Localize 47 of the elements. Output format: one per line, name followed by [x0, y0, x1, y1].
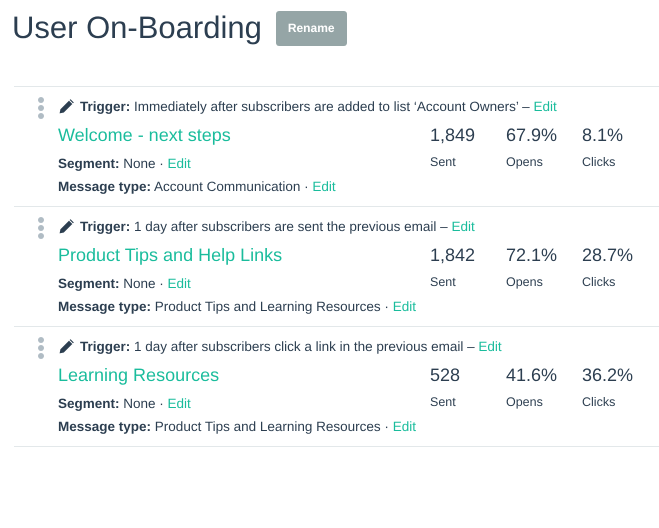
rename-button[interactable]: Rename	[276, 10, 347, 46]
edit-link[interactable]: Edit	[168, 156, 191, 171]
drag-handle-icon[interactable]	[38, 217, 46, 239]
stat-label: Clicks	[582, 155, 616, 169]
stat-value: 36.2%	[582, 364, 634, 387]
stat-label: Sent	[430, 275, 457, 289]
trigger-text: Trigger: Immediately after subscribers are added to list ‘Account Owners’ – Edit	[80, 98, 557, 114]
edit-link[interactable]: Edit	[392, 419, 416, 434]
stat-value: 528	[430, 364, 462, 387]
message-type-text: Message type: Product Tips and Learning Resources · Edit	[58, 298, 417, 316]
edit-link[interactable]: Edit	[168, 396, 191, 411]
email-title-link[interactable]: Product Tips and Help Links	[58, 244, 430, 266]
stat-value: 8.1%	[582, 124, 624, 147]
drag-handle-icon[interactable]	[38, 97, 46, 119]
stat-value: 72.1%	[506, 244, 558, 267]
message-type-text: Message type: Product Tips and Learning Resources · Edit	[58, 418, 417, 436]
email-title-link[interactable]: Learning Resources	[58, 364, 430, 386]
stat-value: 41.6%	[506, 364, 558, 387]
stat-value: 28.7%	[582, 244, 634, 267]
message-type-text: Message type: Account Communication · Edit	[58, 178, 337, 196]
stat-label: Sent	[430, 395, 457, 409]
stat-value: 67.9%	[506, 124, 558, 147]
edit-link[interactable]: Edit	[392, 299, 416, 314]
edit-link[interactable]: Edit	[451, 218, 475, 234]
stat-label: Sent	[430, 155, 457, 169]
stat-value: 1,842	[430, 244, 476, 267]
stat-label: Opens	[506, 155, 544, 169]
trigger-text: Trigger: 1 day after subscribers are sent the previous email – Edit	[80, 218, 475, 234]
trigger-text: Trigger: 1 day after subscribers click a link in the previous email – Edit	[80, 338, 502, 354]
drag-handle-icon[interactable]	[38, 337, 46, 359]
pencil-icon[interactable]	[58, 97, 76, 115]
edit-link[interactable]: Edit	[533, 98, 557, 114]
stat-label: Opens	[506, 275, 544, 289]
stat-label: Clicks	[582, 275, 616, 289]
segment-text: Segment: None · Edit	[58, 395, 192, 413]
edit-link[interactable]: Edit	[168, 276, 191, 291]
stat-label: Opens	[506, 395, 544, 409]
segment-text: Segment: None · Edit	[58, 155, 192, 173]
email-title-link[interactable]: Welcome - next steps	[58, 124, 430, 146]
pencil-icon[interactable]	[58, 217, 76, 235]
stat-value: 1,849	[430, 124, 476, 147]
stat-label: Clicks	[582, 395, 616, 409]
segment-text: Segment: None · Edit	[58, 275, 192, 293]
edit-link[interactable]: Edit	[312, 179, 336, 194]
edit-link[interactable]: Edit	[478, 338, 502, 354]
pencil-icon[interactable]	[58, 337, 76, 355]
page-title: User On-Boarding	[12, 10, 262, 46]
